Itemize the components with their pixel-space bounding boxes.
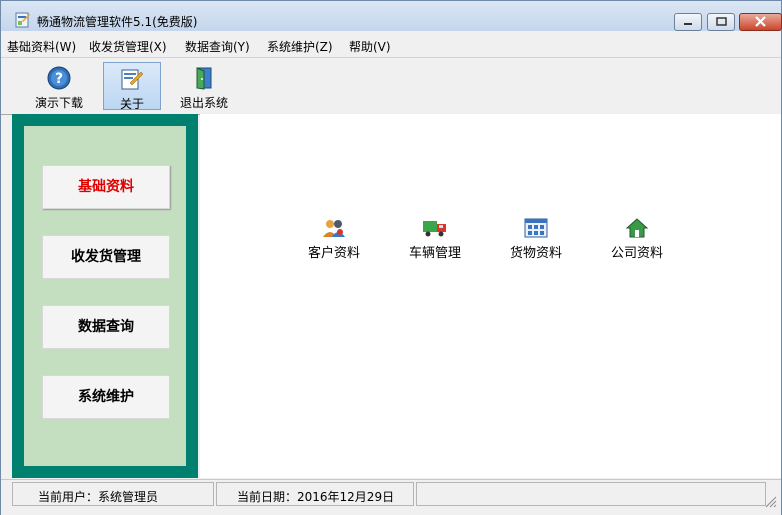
current-date-text: 当前日期：2016年12月29日 <box>237 490 395 504</box>
app-icon <box>15 12 31 28</box>
goods-icon <box>524 218 548 238</box>
status-user-panel: 当前用户：系统管理员 <box>12 482 214 506</box>
exit-system-button[interactable]: 退出系统 <box>171 62 237 110</box>
sidebar-item-system-maintenance[interactable]: 系统维护 <box>42 375 170 419</box>
exit-system-label: 退出系统 <box>179 96 228 110</box>
app-window: 畅通物流管理软件5.1(免费版) 基础资料(W) 收发货管理(X) 数据查询(Y… <box>0 0 782 515</box>
close-button[interactable] <box>739 13 782 31</box>
vehicles-tile[interactable]: 车辆管理 <box>390 218 480 261</box>
status-empty-panel <box>416 482 766 506</box>
menu-data-query[interactable]: 数据查询(Y) <box>185 38 250 55</box>
minimize-icon <box>684 23 692 25</box>
about-button[interactable]: 关于 <box>103 62 161 111</box>
demo-download-label: 演示下载 <box>34 96 83 110</box>
exit-door-icon <box>196 67 212 90</box>
maximize-icon <box>716 17 727 26</box>
resize-grip-icon[interactable] <box>763 494 777 508</box>
sidebar: 基础资料 收发货管理 数据查询 系统维护 <box>12 114 198 478</box>
title-bar: 畅通物流管理软件5.1(免费版) <box>1 1 782 31</box>
menu-help[interactable]: 帮助(V) <box>349 38 391 55</box>
maximize-button[interactable] <box>707 13 735 31</box>
company-label: 公司资料 <box>610 246 663 261</box>
company-house-icon <box>625 218 649 238</box>
window-title: 畅通物流管理软件5.1(免费版) <box>37 15 198 29</box>
company-tile[interactable]: 公司资料 <box>592 218 682 261</box>
menu-system-maintenance[interactable]: 系统维护(Z) <box>267 38 333 55</box>
current-user-text: 当前用户：系统管理员 <box>38 490 159 504</box>
help-icon: ? <box>47 66 71 90</box>
status-date-panel: 当前日期：2016年12月29日 <box>216 482 414 506</box>
about-icon <box>121 69 144 90</box>
goods-tile[interactable]: 货物资料 <box>491 218 581 261</box>
about-label: 关于 <box>119 97 144 111</box>
minimize-button[interactable] <box>674 13 702 31</box>
close-icon <box>755 16 766 27</box>
customers-label: 客户资料 <box>307 246 360 261</box>
goods-label: 货物资料 <box>509 246 562 261</box>
status-bar: 当前用户：系统管理员 当前日期：2016年12月29日 <box>1 479 781 515</box>
customers-icon <box>323 220 345 237</box>
main-content: 客户资料 车辆管理 货物资料 公司资料 <box>200 114 781 478</box>
vehicles-label: 车辆管理 <box>408 246 461 261</box>
sidebar-panel: 基础资料 收发货管理 数据查询 系统维护 <box>24 126 186 466</box>
menu-bar: 基础资料(W) 收发货管理(X) 数据查询(Y) 系统维护(Z) 帮助(V) <box>1 34 781 54</box>
menu-basic-data[interactable]: 基础资料(W) <box>7 38 76 55</box>
sidebar-item-shipping-management[interactable]: 收发货管理 <box>42 235 170 279</box>
demo-download-button[interactable]: ? 演示下载 <box>26 62 92 110</box>
menu-shipping-management[interactable]: 收发货管理(X) <box>89 38 167 55</box>
customers-tile[interactable]: 客户资料 <box>289 218 379 261</box>
toolbar: ? 演示下载 关于 退出系统 <box>1 57 781 115</box>
truck-icon <box>423 221 446 237</box>
svg-text:?: ? <box>55 71 63 87</box>
sidebar-item-basic-data[interactable]: 基础资料 <box>42 165 170 209</box>
sidebar-item-data-query[interactable]: 数据查询 <box>42 305 170 349</box>
